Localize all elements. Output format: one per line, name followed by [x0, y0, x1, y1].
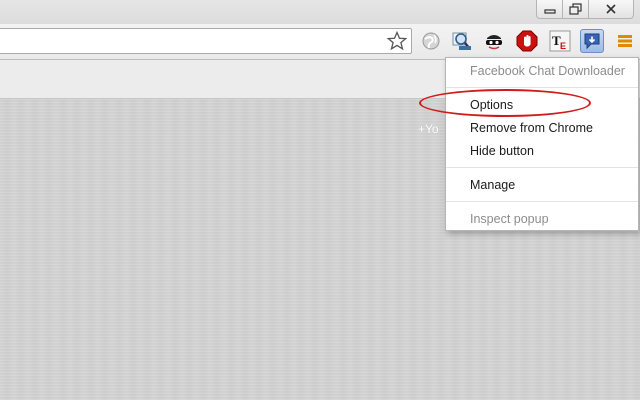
stop-adblock-extension-icon[interactable]	[515, 29, 539, 53]
facebook-chat-downloader-icon[interactable]	[580, 29, 604, 53]
address-bar[interactable]	[0, 28, 412, 54]
menu-item-options[interactable]: Options	[470, 98, 513, 112]
close-window-button[interactable]	[589, 0, 633, 18]
browser-toolbar: T E	[0, 24, 640, 60]
bookmark-star-icon[interactable]	[387, 31, 407, 51]
menu-separator	[446, 201, 638, 202]
globe-extension-icon[interactable]	[419, 29, 443, 53]
menu-item-remove-from-chrome[interactable]: Remove from Chrome	[470, 121, 593, 135]
close-icon	[606, 4, 616, 14]
minimize-button[interactable]	[537, 0, 563, 18]
window-controls	[536, 0, 634, 19]
minimize-icon	[543, 9, 556, 14]
spy-mask-extension-icon[interactable]	[482, 29, 506, 53]
menu-item-hide-button[interactable]: Hide button	[470, 144, 534, 158]
restore-button[interactable]	[563, 0, 589, 18]
svg-text:E: E	[560, 41, 566, 51]
menu-separator	[446, 87, 638, 88]
chrome-menu-button[interactable]	[613, 29, 637, 53]
menu-separator	[446, 167, 638, 168]
restore-icon	[568, 3, 582, 15]
menu-icon	[618, 35, 632, 47]
menu-extension-title: Facebook Chat Downloader	[470, 64, 625, 78]
extension-context-menu: Facebook Chat Downloader Options Remove …	[445, 57, 639, 231]
menu-item-manage[interactable]: Manage	[470, 178, 515, 192]
plus-you-link[interactable]: +Yo	[418, 122, 439, 136]
te-extension-icon[interactable]: T E	[548, 29, 572, 53]
menu-item-inspect-popup: Inspect popup	[470, 212, 549, 226]
magnifier-extension-icon[interactable]	[450, 29, 474, 53]
title-bar	[0, 0, 640, 25]
